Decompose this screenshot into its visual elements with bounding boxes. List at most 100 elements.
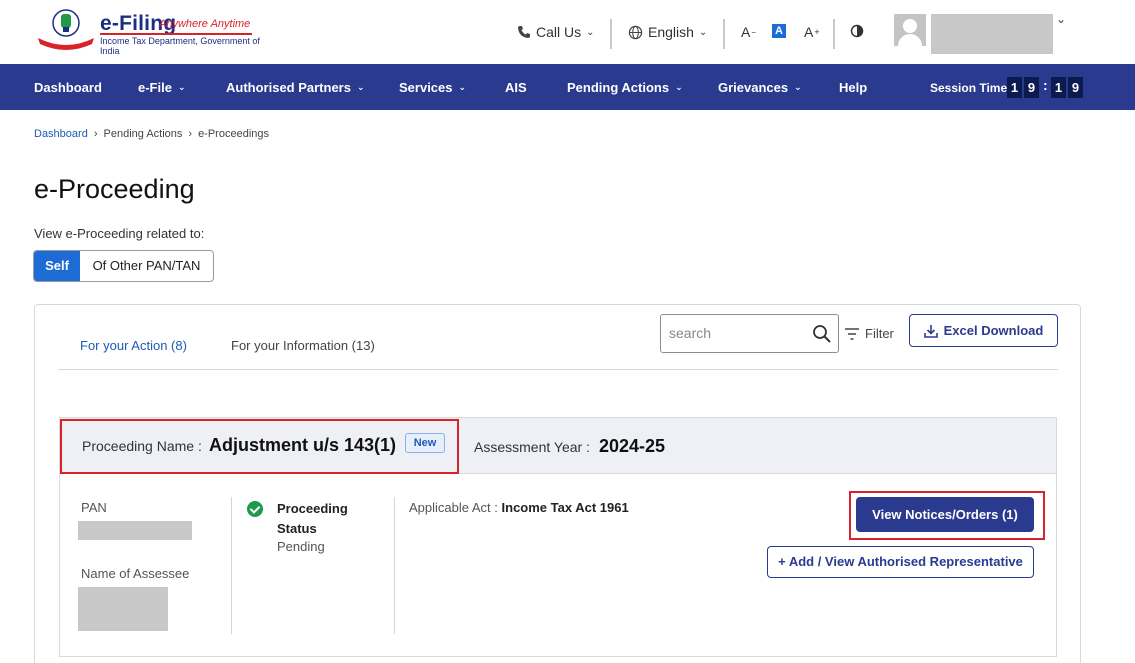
emblem-icon (38, 9, 94, 50)
breadcrumb-pending-actions[interactable]: Pending Actions (104, 128, 183, 140)
font-normal-button[interactable]: A (772, 24, 786, 38)
assessment-year-value: 2024-25 (599, 436, 666, 456)
font-normal-label: A (772, 24, 786, 38)
nav-dashboard[interactable]: Dashboard (34, 80, 102, 95)
nav-grievances[interactable]: Grievances ⌄ (718, 80, 802, 95)
avatar-body (898, 34, 922, 46)
new-badge: New (405, 433, 445, 453)
excel-download-label: Excel Download (943, 323, 1044, 338)
header-divider (610, 19, 612, 49)
session-time-label: Session Time (930, 81, 1008, 95)
pan-label: PAN (81, 500, 107, 515)
pan-value-redacted (78, 521, 192, 540)
chevron-down-icon: ⌄ (356, 82, 365, 92)
page-title: e-Proceeding (34, 174, 195, 204)
applicable-act-label: Applicable Act : (409, 500, 498, 515)
session-digit: 9 (1068, 77, 1083, 98)
session-digit: 9 (1024, 77, 1039, 98)
call-us-menu[interactable]: Call Us ⌄ (517, 24, 595, 40)
nav-pending-actions[interactable]: Pending Actions ⌄ (567, 80, 683, 95)
contrast-icon (850, 24, 864, 38)
language-label: English (648, 24, 694, 40)
search-icon[interactable] (812, 324, 832, 344)
nav-services[interactable]: Services ⌄ (399, 80, 466, 95)
chevron-down-icon: ⌄ (675, 82, 683, 92)
language-select[interactable]: English ⌄ (628, 24, 707, 40)
assessee-name-redacted (78, 587, 168, 631)
tab-for-your-information[interactable]: For your Information (13) (231, 338, 375, 353)
user-name-redacted[interactable] (931, 14, 1053, 54)
font-decrease-label: A (741, 24, 751, 40)
filter-icon (845, 327, 859, 340)
phone-icon (518, 26, 530, 38)
header-divider (833, 19, 835, 49)
brand-tagline: Anywhere Anytime (159, 18, 251, 30)
proceeding-name-label: Proceeding Name : (82, 438, 202, 454)
nav-label: Grievances (718, 80, 789, 95)
proceeding-status-value: Pending (277, 539, 325, 554)
session-digit: 1 (1007, 77, 1022, 98)
chevron-down-icon: ⌄ (586, 26, 595, 38)
column-divider (231, 497, 232, 634)
nav-help[interactable]: Help (839, 80, 867, 95)
chevron-down-icon: ⌄ (794, 82, 802, 92)
excel-download-button[interactable]: Excel Download (909, 314, 1058, 347)
breadcrumb-separator: › (93, 128, 98, 140)
proceeding-status-label: Proceeding Status (277, 501, 348, 536)
nav-label: Authorised Partners (226, 80, 351, 95)
breadcrumb: Dashboard › Pending Actions › e-Proceedi… (34, 128, 269, 140)
filter-label: Filter (865, 326, 894, 341)
assessee-name-label: Name of Assessee (81, 566, 190, 581)
chevron-down-icon[interactable]: ⌄ (1056, 12, 1066, 26)
related-label: View e-Proceeding related to: (34, 226, 205, 241)
chevron-down-icon: ⌄ (458, 82, 467, 92)
related-toggle: Self Of Other PAN/TAN (33, 250, 214, 282)
assessment-year-label: Assessment Year : (474, 439, 590, 455)
session-separator: : (1043, 77, 1048, 93)
main-nav: Dashboard e-File ⌄ Authorised Partners ⌄ S… (0, 64, 1135, 110)
user-avatar[interactable] (894, 14, 926, 46)
nav-authorised-partners[interactable]: Authorised Partners ⌄ (226, 80, 365, 95)
applicable-act: Applicable Act : Income Tax Act 1961 (409, 500, 629, 515)
nav-ais[interactable]: AIS (505, 80, 527, 95)
chevron-down-icon: ⌄ (177, 82, 186, 92)
nav-label: e-File (138, 80, 172, 95)
nav-label: Dashboard (34, 80, 102, 95)
top-header: e-Filing Anywhere Anytime Income Tax Dep… (0, 0, 1135, 64)
nav-label: Help (839, 80, 868, 95)
efiling-logo[interactable]: e-Filing Anywhere Anytime Income Tax Dep… (34, 6, 264, 56)
call-us-label: Call Us (536, 24, 582, 40)
globe-icon (628, 25, 643, 39)
font-increase-label: A (804, 24, 814, 40)
proceeding-name-value: Adjustment u/s 143(1) (209, 435, 397, 455)
brand-subtitle: Income Tax Department, Government of Ind… (100, 36, 260, 56)
view-notices-button[interactable]: View Notices/Orders (1) (856, 497, 1034, 532)
nav-efile[interactable]: e-File ⌄ (138, 80, 186, 95)
download-icon (923, 324, 938, 338)
filter-button[interactable]: Filter (845, 326, 894, 341)
check-circle-icon (247, 501, 263, 517)
tab-divider (58, 369, 1058, 370)
search-input[interactable] (669, 323, 809, 343)
font-decrease-button[interactable]: A − (741, 24, 756, 40)
toggle-self[interactable]: Self (34, 251, 80, 281)
toggle-other-pan[interactable]: Of Other PAN/TAN (80, 251, 213, 281)
add-authorised-representative-button[interactable]: + Add / View Authorised Representative (767, 546, 1034, 578)
applicable-act-value: Income Tax Act 1961 (501, 500, 629, 515)
avatar-head (903, 19, 917, 33)
font-increase-button[interactable]: A + (804, 24, 820, 40)
brand-divider (100, 33, 252, 35)
tab-for-your-action[interactable]: For your Action (8) (80, 338, 187, 353)
column-divider (394, 497, 395, 634)
header-divider (723, 19, 725, 49)
breadcrumb-separator: › (188, 128, 193, 140)
contrast-button[interactable] (850, 24, 864, 38)
breadcrumb-dashboard[interactable]: Dashboard (34, 128, 88, 140)
nav-label: Pending Actions (567, 80, 670, 95)
nav-label: AIS (505, 80, 527, 95)
session-digit: 1 (1051, 77, 1066, 98)
nav-label: Services (399, 80, 453, 95)
search-box (660, 314, 839, 353)
breadcrumb-current: e-Proceedings (198, 128, 269, 140)
chevron-down-icon: ⌄ (698, 26, 708, 38)
